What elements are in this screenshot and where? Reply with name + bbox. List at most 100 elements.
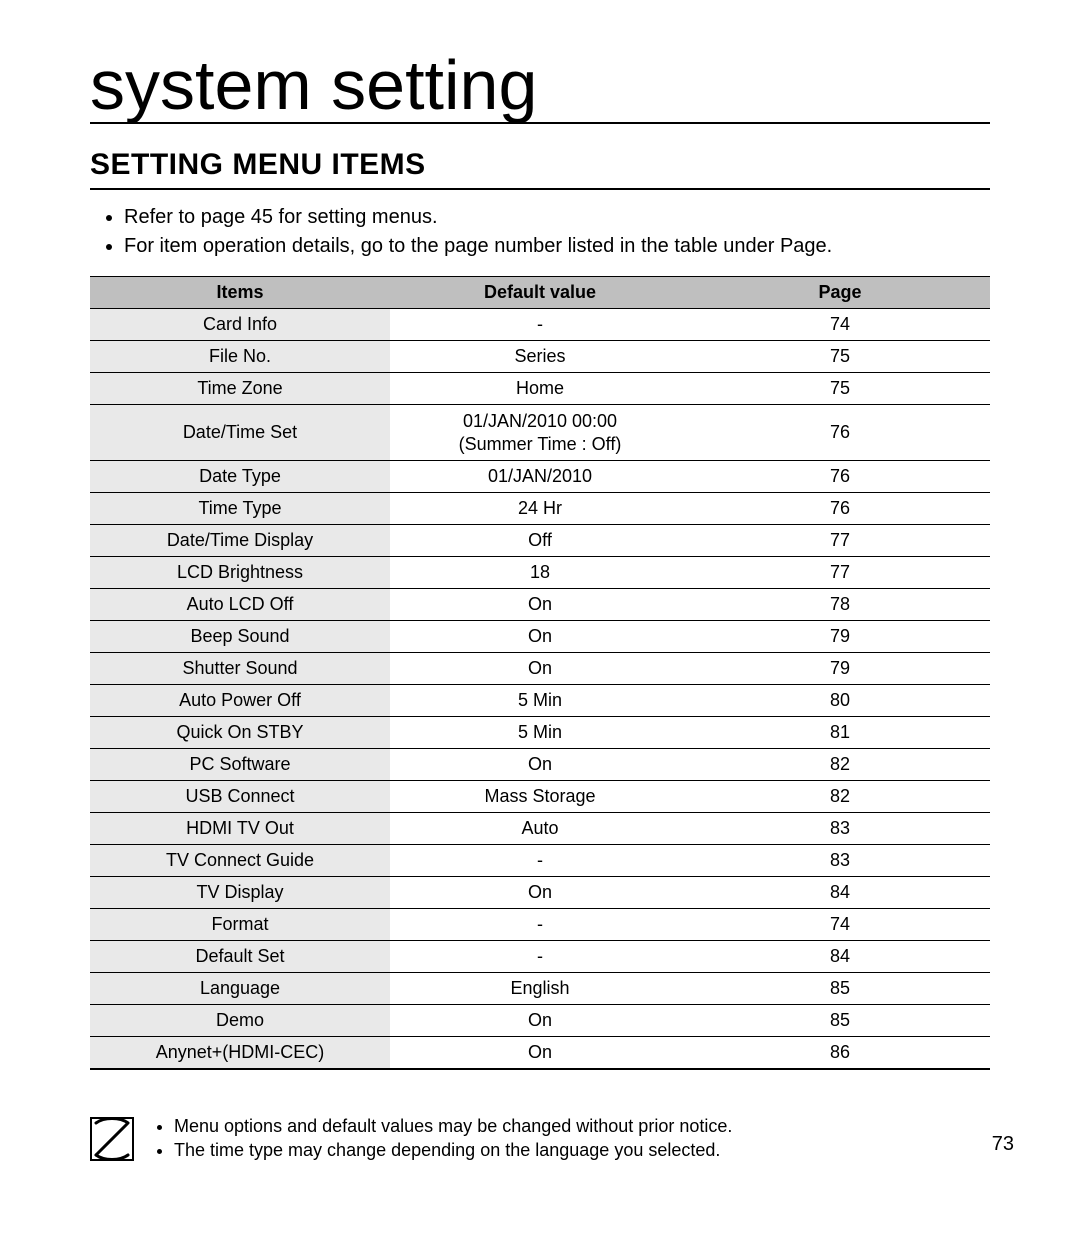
cell-default-value: On <box>390 749 690 781</box>
cell-page: 83 <box>690 845 990 877</box>
cell-item: TV Connect Guide <box>90 845 390 877</box>
cell-item: Format <box>90 909 390 941</box>
table-row: Date Type01/JAN/201076 <box>90 461 990 493</box>
table-row: LanguageEnglish85 <box>90 973 990 1005</box>
table-row: HDMI TV OutAuto83 <box>90 813 990 845</box>
settings-table: Items Default value Page Card Info-74Fil… <box>90 276 990 1070</box>
cell-default-value: On <box>390 589 690 621</box>
table-row: Beep SoundOn79 <box>90 621 990 653</box>
cell-page: 84 <box>690 877 990 909</box>
table-row: Auto Power Off5 Min80 <box>90 685 990 717</box>
cell-page: 85 <box>690 1005 990 1037</box>
cell-item: LCD Brightness <box>90 557 390 589</box>
cell-default-value: - <box>390 845 690 877</box>
cell-page: 82 <box>690 781 990 813</box>
cell-default-value: - <box>390 909 690 941</box>
table-body: Card Info-74File No.Series75Time ZoneHom… <box>90 309 990 1070</box>
cell-item: File No. <box>90 341 390 373</box>
cell-item: Date/Time Set <box>90 405 390 461</box>
cell-item: Auto Power Off <box>90 685 390 717</box>
note-icon <box>90 1117 134 1161</box>
cell-page: 76 <box>690 461 990 493</box>
cell-item: Beep Sound <box>90 621 390 653</box>
cell-page: 78 <box>690 589 990 621</box>
cell-default-value: - <box>390 309 690 341</box>
cell-default-value: Auto <box>390 813 690 845</box>
cell-default-value: On <box>390 877 690 909</box>
cell-item: USB Connect <box>90 781 390 813</box>
table-row: TV Connect Guide-83 <box>90 845 990 877</box>
footer-note-block: Menu options and default values may be c… <box>90 1115 990 1162</box>
table-row: Shutter SoundOn79 <box>90 653 990 685</box>
cell-item: Anynet+(HDMI-CEC) <box>90 1037 390 1070</box>
cell-default-value: 18 <box>390 557 690 589</box>
cell-default-value: 5 Min <box>390 685 690 717</box>
col-header-items: Items <box>90 277 390 309</box>
cell-page: 82 <box>690 749 990 781</box>
cell-page: 79 <box>690 621 990 653</box>
cell-default-value: 5 Min <box>390 717 690 749</box>
cell-item: TV Display <box>90 877 390 909</box>
cell-default-value: - <box>390 941 690 973</box>
cell-item: Language <box>90 973 390 1005</box>
section-heading: SETTING MENU ITEMS <box>90 148 990 190</box>
table-row: Time Type24 Hr76 <box>90 493 990 525</box>
cell-page: 81 <box>690 717 990 749</box>
cell-item: Time Type <box>90 493 390 525</box>
cell-page: 84 <box>690 941 990 973</box>
footer-note-list: Menu options and default values may be c… <box>150 1115 990 1162</box>
intro-bullet: For item operation details, go to the pa… <box>124 233 990 260</box>
cell-item: Time Zone <box>90 373 390 405</box>
cell-item: Shutter Sound <box>90 653 390 685</box>
cell-page: 83 <box>690 813 990 845</box>
table-row: Format-74 <box>90 909 990 941</box>
cell-default-value: On <box>390 1005 690 1037</box>
intro-bullet: Refer to page 45 for setting menus. <box>124 204 990 231</box>
cell-page: 77 <box>690 557 990 589</box>
cell-default-value: Off <box>390 525 690 557</box>
table-row: Date/Time Set01/JAN/2010 00:00(Summer Ti… <box>90 405 990 461</box>
cell-page: 86 <box>690 1037 990 1070</box>
cell-default-value: Home <box>390 373 690 405</box>
cell-item: Default Set <box>90 941 390 973</box>
table-row: USB ConnectMass Storage82 <box>90 781 990 813</box>
table-row: Time ZoneHome75 <box>90 373 990 405</box>
footer-note: Menu options and default values may be c… <box>174 1115 990 1138</box>
cell-default-value: 01/JAN/2010 <box>390 461 690 493</box>
table-row: LCD Brightness1877 <box>90 557 990 589</box>
col-header-default-value: Default value <box>390 277 690 309</box>
cell-item: Date/Time Display <box>90 525 390 557</box>
cell-default-value: On <box>390 1037 690 1070</box>
cell-item: Auto LCD Off <box>90 589 390 621</box>
cell-item: Date Type <box>90 461 390 493</box>
cell-page: 76 <box>690 493 990 525</box>
cell-item: Card Info <box>90 309 390 341</box>
table-row: File No.Series75 <box>90 341 990 373</box>
table-row: Quick On STBY5 Min81 <box>90 717 990 749</box>
page-title: system setting <box>90 50 990 124</box>
cell-default-value: On <box>390 653 690 685</box>
cell-item: PC Software <box>90 749 390 781</box>
page-number: 73 <box>992 1133 1014 1156</box>
cell-default-value: Series <box>390 341 690 373</box>
cell-default-value: On <box>390 621 690 653</box>
cell-page: 80 <box>690 685 990 717</box>
cell-item: Quick On STBY <box>90 717 390 749</box>
cell-default-value: Mass Storage <box>390 781 690 813</box>
intro-list: Refer to page 45 for setting menus. For … <box>90 204 990 260</box>
cell-page: 79 <box>690 653 990 685</box>
cell-item: Demo <box>90 1005 390 1037</box>
table-header-row: Items Default value Page <box>90 277 990 309</box>
cell-page: 85 <box>690 973 990 1005</box>
footer-note: The time type may change depending on th… <box>174 1139 990 1162</box>
col-header-page: Page <box>690 277 990 309</box>
cell-item: HDMI TV Out <box>90 813 390 845</box>
cell-page: 76 <box>690 405 990 461</box>
table-row: Date/Time DisplayOff77 <box>90 525 990 557</box>
table-row: TV DisplayOn84 <box>90 877 990 909</box>
cell-default-value: 24 Hr <box>390 493 690 525</box>
table-row: PC SoftwareOn82 <box>90 749 990 781</box>
cell-page: 74 <box>690 909 990 941</box>
cell-page: 75 <box>690 341 990 373</box>
table-row: Card Info-74 <box>90 309 990 341</box>
